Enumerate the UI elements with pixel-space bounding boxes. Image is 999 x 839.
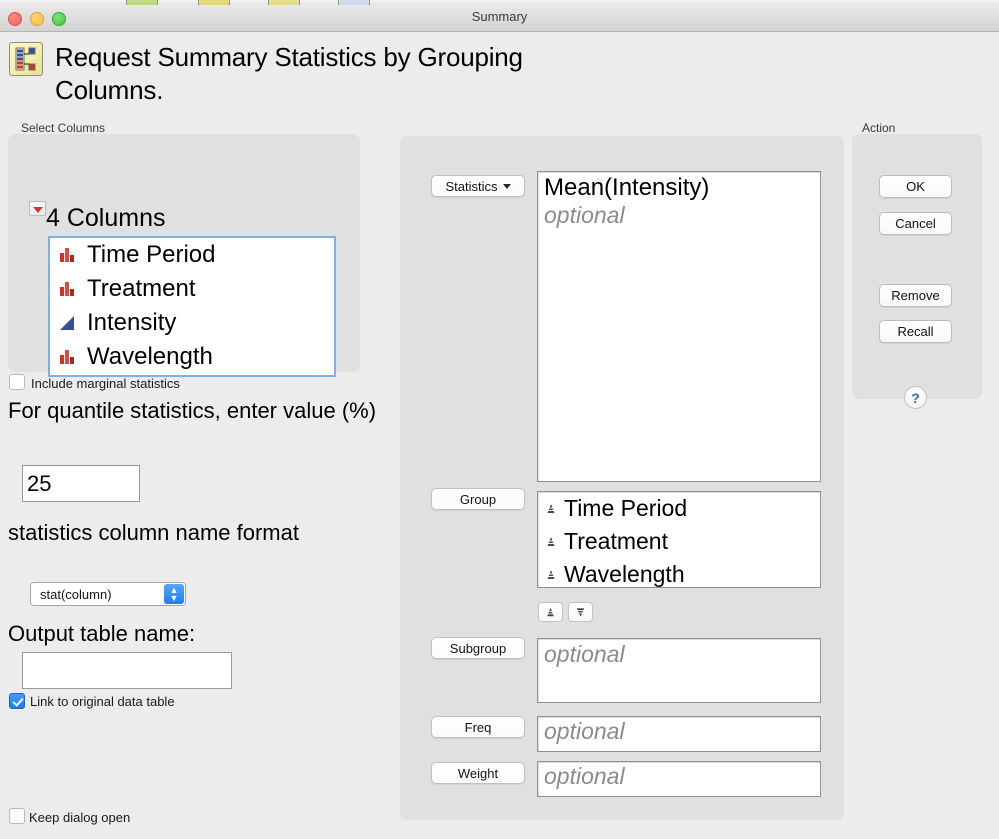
statistics-button[interactable]: Statistics [431,175,525,197]
chevron-down-icon [503,184,511,189]
subgroup-button-label: Subgroup [450,641,506,656]
freq-button-label: Freq [465,720,492,735]
statistics-item[interactable]: Mean(Intensity) [538,174,820,202]
list-item[interactable]: Wavelength [50,340,334,374]
list-item[interactable]: Time Period [50,238,334,272]
list-item-label: Treatment [87,275,195,303]
subgroup-slot[interactable]: optional [537,638,821,703]
nominal-bar-icon [57,346,79,368]
sort-ascending-button[interactable] [538,602,563,622]
subgroup-button[interactable]: Subgroup [431,637,525,659]
action-caption: Action [862,121,895,135]
remove-button[interactable]: Remove [879,284,952,307]
name-format-label: statistics column name format [8,519,408,547]
subgroup-placeholder: optional [538,639,820,668]
quantile-input[interactable]: 25 [22,465,140,502]
nominal-bar-icon [57,278,79,300]
group-pyramid-icon [544,535,558,549]
include-marginal-label: Include marginal statistics [31,376,180,391]
list-item[interactable]: Wavelength [538,558,820,588]
list-item-label: Intensity [87,309,176,337]
keep-dialog-open-checkbox[interactable] [9,808,25,824]
output-table-label: Output table name: [8,620,388,648]
statistics-button-label: Statistics [445,179,497,194]
ok-button[interactable]: OK [879,175,952,198]
columns-listbox[interactable]: Time Period Treatment Intensity Waveleng… [48,236,336,377]
group-button-label: Group [460,492,496,507]
link-original-label: Link to original data table [30,694,175,709]
weight-placeholder: optional [538,762,820,790]
nominal-bar-icon [57,244,79,266]
freq-button[interactable]: Freq [431,716,525,738]
column-count-label: 4 Columns [46,204,166,233]
action-panel [852,134,982,399]
summary-statistics-icon [9,42,43,76]
summary-dialog: Request Summary Statistics by Grouping C… [0,32,999,839]
output-table-input[interactable] [22,652,232,689]
keep-dialog-open-label: Keep dialog open [29,810,130,825]
group-button[interactable]: Group [431,488,525,510]
list-item[interactable]: Treatment [538,525,820,558]
list-item-label: Wavelength [87,343,213,371]
list-item[interactable]: Time Period [538,492,820,525]
group-pyramid-icon [544,568,558,582]
freq-placeholder: optional [538,717,820,745]
list-item-label: Treatment [564,528,668,555]
window-titlebar[interactable]: Summary [0,5,999,32]
continuous-triangle-icon [57,312,79,334]
quantile-value: 25 [27,471,51,497]
include-marginal-checkbox[interactable] [9,374,25,390]
name-format-select[interactable]: stat(column) ▲▼ [30,582,186,606]
list-item[interactable]: Treatment [50,272,334,306]
sort-descending-button[interactable] [568,602,593,622]
list-item-label: Time Period [87,241,215,269]
list-item-label: Time Period [564,495,687,522]
list-item-label: Wavelength [564,561,685,588]
cancel-button[interactable]: Cancel [879,212,952,235]
statistics-slot[interactable]: Mean(Intensity) optional [537,171,821,482]
select-columns-caption: Select Columns [21,121,105,135]
recall-button[interactable]: Recall [879,320,952,343]
help-button[interactable]: ? [904,386,927,409]
page-title: Request Summary Statistics by Grouping C… [55,41,575,107]
weight-button[interactable]: Weight [431,762,525,784]
name-format-value: stat(column) [31,587,112,602]
list-item[interactable]: Intensity [50,306,334,340]
weight-button-label: Weight [458,766,498,781]
sort-ascending-icon [544,606,557,619]
weight-slot[interactable]: optional [537,761,821,797]
chevron-updown-icon: ▲▼ [164,584,184,604]
red-triangle-icon[interactable] [29,201,46,216]
group-pyramid-icon [544,502,558,516]
group-slot[interactable]: Time Period Treatment Wavelength [537,491,821,588]
quantile-label: For quantile statistics, enter value (%) [8,397,388,425]
statistics-placeholder: optional [538,202,820,229]
window-title: Summary [0,9,999,24]
sort-descending-icon [574,606,587,619]
link-original-checkbox[interactable] [9,693,25,709]
freq-slot[interactable]: optional [537,716,821,752]
